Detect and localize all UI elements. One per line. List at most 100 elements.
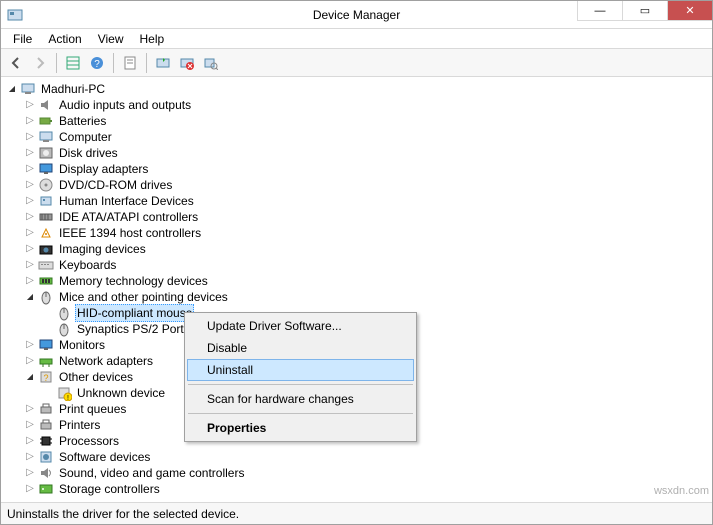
forward-icon (33, 56, 47, 70)
device-manager-window: Device Manager — ▭ ✕ File Action View He… (0, 0, 713, 525)
ieee1394-icon (38, 225, 54, 241)
context-menu-separator (188, 384, 413, 385)
tree-node[interactable]: ▷Imaging devices (1, 241, 712, 257)
toolbar-separator (56, 53, 57, 73)
help-button[interactable]: ? (86, 52, 108, 74)
tree-node-label: Synaptics PS/2 Port (75, 321, 186, 337)
tree-node-label: Storage controllers (57, 481, 162, 497)
collapse-icon[interactable]: ◢ (5, 82, 19, 96)
expand-icon[interactable]: ▷ (23, 130, 37, 144)
toolbar-separator (113, 53, 114, 73)
keyboard-icon (38, 257, 54, 273)
other-icon: ? (38, 369, 54, 385)
battery-icon (38, 113, 54, 129)
tree-node[interactable]: ▷ Computer (1, 129, 712, 145)
context-menu-item[interactable]: Scan for hardware changes (187, 388, 414, 410)
display-icon (38, 161, 54, 177)
expand-icon[interactable]: ▷ (23, 146, 37, 160)
tree-node[interactable]: ▷ Batteries (1, 113, 712, 129)
menu-file[interactable]: File (5, 30, 40, 48)
back-button[interactable] (5, 52, 27, 74)
expand-icon[interactable]: ▷ (23, 210, 37, 224)
tree-node[interactable]: ▷Memory technology devices (1, 273, 712, 289)
tree-node-label: Computer (57, 129, 114, 145)
tree-node[interactable]: ▷ IEEE 1394 host controllers (1, 225, 712, 241)
tree-node[interactable]: ▷ Human Interface Devices (1, 193, 712, 209)
tree-node[interactable]: ▷ Storage controllers (1, 481, 712, 497)
properties-button[interactable] (119, 52, 141, 74)
forward-button[interactable] (29, 52, 51, 74)
minimize-icon: — (595, 5, 606, 17)
printer-icon (38, 417, 54, 433)
expand-icon[interactable]: ▷ (23, 354, 37, 368)
tree-node[interactable]: ▷ Disk drives (1, 145, 712, 161)
expand-icon[interactable]: ▷ (23, 258, 37, 272)
menu-help[interactable]: Help (132, 30, 173, 48)
tree-node-label: Audio inputs and outputs (57, 97, 193, 113)
print-queue-icon (38, 401, 54, 417)
tree-node[interactable]: ▷IDE ATA/ATAPI controllers (1, 209, 712, 225)
context-menu-item[interactable]: Update Driver Software... (187, 315, 414, 337)
tree-node-label: IEEE 1394 host controllers (57, 225, 203, 241)
expand-icon[interactable]: ▷ (23, 178, 37, 192)
tree-node-label: Madhuri-PC (39, 81, 107, 97)
tree-node[interactable]: ▷ Audio inputs and outputs (1, 97, 712, 113)
uninstall-button[interactable] (176, 52, 198, 74)
minimize-button[interactable]: — (577, 1, 622, 21)
tree-node-label: Human Interface Devices (57, 193, 196, 209)
expand-icon[interactable]: ▷ (23, 466, 37, 480)
mouse-icon (56, 321, 72, 337)
ide-icon (38, 209, 54, 225)
expand-icon[interactable]: ▷ (23, 98, 37, 112)
tree-node-label: Keyboards (57, 257, 118, 273)
expand-icon[interactable]: ▷ (23, 226, 37, 240)
tree-node[interactable]: ▷ Sound, video and game controllers (1, 465, 712, 481)
show-hide-tree-button[interactable] (62, 52, 84, 74)
tree-node-label: Batteries (57, 113, 108, 129)
expand-icon[interactable]: ▷ (23, 418, 37, 432)
svg-text:?: ? (94, 59, 100, 70)
menu-view[interactable]: View (90, 30, 132, 48)
maximize-button[interactable]: ▭ (622, 1, 667, 21)
toolbar: ? (1, 49, 712, 77)
tree-node-label: Network adapters (57, 353, 155, 369)
tree-node-label: Sound, video and game controllers (57, 465, 246, 481)
context-menu-item[interactable]: Properties (187, 417, 414, 439)
toggle-spacer (41, 322, 55, 336)
tree-node-label: Disk drives (57, 145, 120, 161)
update-driver-button[interactable] (152, 52, 174, 74)
scan-hardware-icon (204, 56, 218, 70)
hid-icon (38, 193, 54, 209)
tree-node[interactable]: ▷ DVD/CD-ROM drives (1, 177, 712, 193)
expand-icon[interactable]: ▷ (23, 402, 37, 416)
sound-icon (38, 465, 54, 481)
expand-icon[interactable]: ▷ (23, 450, 37, 464)
tree-node-label: Printers (57, 417, 102, 433)
tree-node-label: Unknown device (75, 385, 167, 401)
context-menu-item[interactable]: Disable (187, 337, 414, 359)
menu-action[interactable]: Action (40, 30, 89, 48)
scan-hardware-button[interactable] (200, 52, 222, 74)
expand-icon[interactable]: ▷ (23, 274, 37, 288)
update-driver-icon (156, 56, 170, 70)
expand-icon[interactable]: ▷ (23, 482, 37, 496)
tree-node[interactable]: ▷Software devices (1, 449, 712, 465)
tree-node[interactable]: ◢Mice and other pointing devices (1, 289, 712, 305)
tree-node-label: HID-compliant mouse (75, 304, 194, 322)
collapse-icon[interactable]: ◢ (23, 370, 37, 384)
expand-icon[interactable]: ▷ (23, 114, 37, 128)
tree-node[interactable]: ◢ Madhuri-PC (1, 81, 712, 97)
context-menu-item[interactable]: Uninstall (187, 359, 414, 381)
tree-node-label: DVD/CD-ROM drives (57, 177, 174, 193)
software-icon (38, 449, 54, 465)
expand-icon[interactable]: ▷ (23, 338, 37, 352)
expand-icon[interactable]: ▷ (23, 162, 37, 176)
close-button[interactable]: ✕ (667, 1, 712, 21)
tree-node[interactable]: ▷Display adapters (1, 161, 712, 177)
expand-icon[interactable]: ▷ (23, 242, 37, 256)
uninstall-icon (180, 56, 194, 70)
expand-icon[interactable]: ▷ (23, 194, 37, 208)
tree-node[interactable]: ▷ Keyboards (1, 257, 712, 273)
collapse-icon[interactable]: ◢ (23, 290, 37, 304)
expand-icon[interactable]: ▷ (23, 434, 37, 448)
